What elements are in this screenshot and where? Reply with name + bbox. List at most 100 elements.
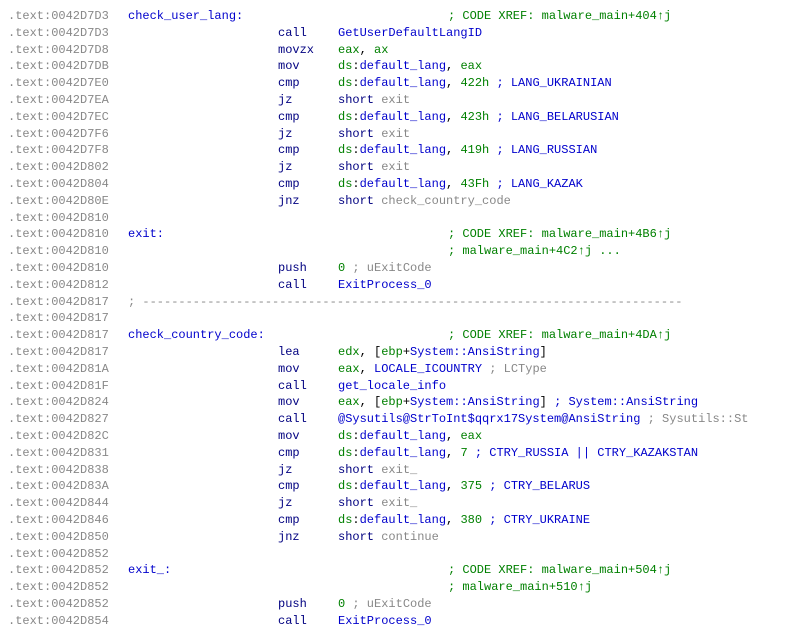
comment: ; uExitCode xyxy=(345,597,431,611)
asm-line[interactable]: .text:0042D827call@Sysutils@StrToInt$qqr… xyxy=(8,411,792,428)
mnemonic: call xyxy=(278,614,307,628)
address: .text:0042D817 xyxy=(8,310,128,327)
mnemonic: cmp xyxy=(278,177,300,191)
asm-line[interactable]: .text:0042D7DBmovds:default_lang, eax xyxy=(8,58,792,75)
asm-line[interactable]: .text:0042D850jnzshort continue xyxy=(8,529,792,546)
address: .text:0042D7DB xyxy=(8,58,128,75)
operands: ds:default_lang, 419h ; LANG_RUSSIAN xyxy=(338,142,597,159)
comment: ; LANG_UKRAINIAN xyxy=(489,76,611,90)
xref-comment[interactable]: ; CODE XREF: malware_main+4B6↑j xyxy=(448,226,671,243)
asm-line[interactable]: .text:0042D817 check_country_code: ; CODE… xyxy=(8,327,792,344)
address: .text:0042D7EC xyxy=(8,109,128,126)
asm-line[interactable]: .text:0042D82Cmovds:default_lang, eax xyxy=(8,428,792,445)
operands: short exit_ xyxy=(338,495,417,512)
mnemonic: mov xyxy=(278,429,300,443)
operands: @Sysutils@StrToInt$qqrx17System@AnsiStri… xyxy=(338,411,748,428)
comment: ; LANG_BELARUSIAN xyxy=(489,110,619,124)
asm-line[interactable]: .text:0042D804cmpds:default_lang, 43Fh ;… xyxy=(8,176,792,193)
address: .text:0042D7E0 xyxy=(8,75,128,92)
comment: ; uExitCode xyxy=(345,261,431,275)
address: .text:0042D802 xyxy=(8,159,128,176)
mnemonic: cmp xyxy=(278,110,300,124)
asm-line[interactable]: .text:0042D810 xyxy=(8,210,792,227)
address: .text:0042D7F6 xyxy=(8,126,128,143)
mnemonic: mov xyxy=(278,59,300,73)
asm-line[interactable]: .text:0042D7D8movzxeax, ax xyxy=(8,42,792,59)
asm-line[interactable]: .text:0042D7E0cmpds:default_lang, 422h ;… xyxy=(8,75,792,92)
asm-line[interactable]: .text:0042D81Fcallget_locale_info xyxy=(8,378,792,395)
asm-line[interactable]: .text:0042D802jzshort exit xyxy=(8,159,792,176)
comment: ; CTRY_BELARUS xyxy=(482,479,590,493)
operands: ExitProcess_0 xyxy=(338,277,432,294)
mnemonic: cmp xyxy=(278,143,300,157)
asm-line[interactable]: .text:0042D852 xyxy=(8,546,792,563)
disassembly-listing: .text:0042D7D3 check_user_lang: ; CODE XR… xyxy=(8,8,792,629)
operands: ds:default_lang, 43Fh ; LANG_KAZAK xyxy=(338,176,583,193)
address: .text:0042D81A xyxy=(8,361,128,378)
xref-comment[interactable]: ; CODE XREF: malware_main+404↑j xyxy=(448,8,671,25)
address: .text:0042D852 xyxy=(8,546,128,563)
mnemonic: jz xyxy=(278,463,292,477)
mnemonic: cmp xyxy=(278,76,300,90)
address: .text:0042D810 xyxy=(8,210,128,227)
code-label[interactable]: check_user_lang: xyxy=(128,9,243,23)
operands: ds:default_lang, eax xyxy=(338,428,482,445)
address: .text:0042D824 xyxy=(8,394,128,411)
comment: ; Sysutils::St xyxy=(640,412,748,426)
address: .text:0042D817 xyxy=(8,327,128,344)
operands: ExitProcess_0 xyxy=(338,613,432,630)
asm-line[interactable]: .text:0042D817 ; -----------------------… xyxy=(8,294,792,311)
asm-line[interactable]: .text:0042D831cmpds:default_lang, 7 ; CT… xyxy=(8,445,792,462)
code-label[interactable]: exit_: xyxy=(128,563,171,577)
asm-line[interactable]: .text:0042D838 jz short exit_ xyxy=(8,462,792,479)
asm-line[interactable]: .text:0042D810; malware_main+4C2↑j ... xyxy=(8,243,792,260)
asm-line[interactable]: .text:0042D812callExitProcess_0 xyxy=(8,277,792,294)
asm-line[interactable]: .text:0042D844jzshort exit_ xyxy=(8,495,792,512)
mnemonic: jnz xyxy=(278,194,300,208)
operands: eax, ax xyxy=(338,42,388,59)
asm-line[interactable]: .text:0042D810 exit:; CODE XREF: malware… xyxy=(8,226,792,243)
asm-line[interactable]: .text:0042D7D3 check_user_lang:; CODE XR… xyxy=(8,8,792,25)
asm-line[interactable]: .text:0042D7F8cmpds:default_lang, 419h ;… xyxy=(8,142,792,159)
address: .text:0042D846 xyxy=(8,512,128,529)
xref-comment[interactable]: ; malware_main+510↑j xyxy=(448,579,592,596)
comment: ; LANG_RUSSIAN xyxy=(489,143,597,157)
asm-line[interactable]: .text:0042D852push0 ; uExitCode xyxy=(8,596,792,613)
comment: ; CTRY_RUSSIA || CTRY_KAZAKSTAN xyxy=(468,446,698,460)
mnemonic: movzx xyxy=(278,43,314,57)
asm-line[interactable]: .text:0042D7ECcmpds:default_lang, 423h ;… xyxy=(8,109,792,126)
code-label[interactable]: check_country_code: xyxy=(128,328,265,342)
asm-line[interactable]: .text:0042D80Ejnzshort check_country_cod… xyxy=(8,193,792,210)
address: .text:0042D838 xyxy=(8,462,128,479)
operands: short exit_ xyxy=(338,462,417,479)
asm-line[interactable]: .text:0042D7F6 jz short exit xyxy=(8,126,792,143)
address: .text:0042D854 xyxy=(8,613,128,630)
mnemonic: jz xyxy=(278,127,292,141)
address: .text:0042D83A xyxy=(8,478,128,495)
xref-comment[interactable]: ; CODE XREF: malware_main+4DA↑j xyxy=(448,327,671,344)
xref-comment[interactable]: ; malware_main+4C2↑j ... xyxy=(448,243,621,260)
asm-line[interactable]: .text:0042D852; malware_main+510↑j xyxy=(8,579,792,596)
asm-line[interactable]: .text:0042D83Acmpds:default_lang, 375 ; … xyxy=(8,478,792,495)
address: .text:0042D7D3 xyxy=(8,25,128,42)
operands: short exit xyxy=(338,126,410,143)
asm-line[interactable]: .text:0042D824moveax, [ebp+System::AnsiS… xyxy=(8,394,792,411)
xref-comment[interactable]: ; CODE XREF: malware_main+504↑j xyxy=(448,562,671,579)
mnemonic: call xyxy=(278,26,307,40)
asm-line[interactable]: .text:0042D854 call ExitProcess_0 xyxy=(8,613,792,630)
operands: GetUserDefaultLangID xyxy=(338,25,482,42)
code-label[interactable]: exit: xyxy=(128,227,164,241)
address: .text:0042D7EA xyxy=(8,92,128,109)
asm-line[interactable]: .text:0042D852 exit_:; CODE XREF: malwar… xyxy=(8,562,792,579)
asm-line[interactable]: .text:0042D846cmpds:default_lang, 380 ; … xyxy=(8,512,792,529)
asm-line[interactable]: .text:0042D817 xyxy=(8,310,792,327)
asm-line[interactable]: .text:0042D810push0 ; uExitCode xyxy=(8,260,792,277)
mnemonic: cmp xyxy=(278,446,300,460)
asm-line[interactable]: .text:0042D817leaedx, [ebp+System::AnsiS… xyxy=(8,344,792,361)
asm-line[interactable]: .text:0042D7D3 call GetUserDefaultLangID xyxy=(8,25,792,42)
mnemonic: push xyxy=(278,597,307,611)
asm-line[interactable]: .text:0042D7EAjzshort exit xyxy=(8,92,792,109)
operands: ds:default_lang, 375 ; CTRY_BELARUS xyxy=(338,478,590,495)
asm-line[interactable]: .text:0042D81Amoveax, LOCALE_ICOUNTRY ; … xyxy=(8,361,792,378)
mnemonic: mov xyxy=(278,362,300,376)
